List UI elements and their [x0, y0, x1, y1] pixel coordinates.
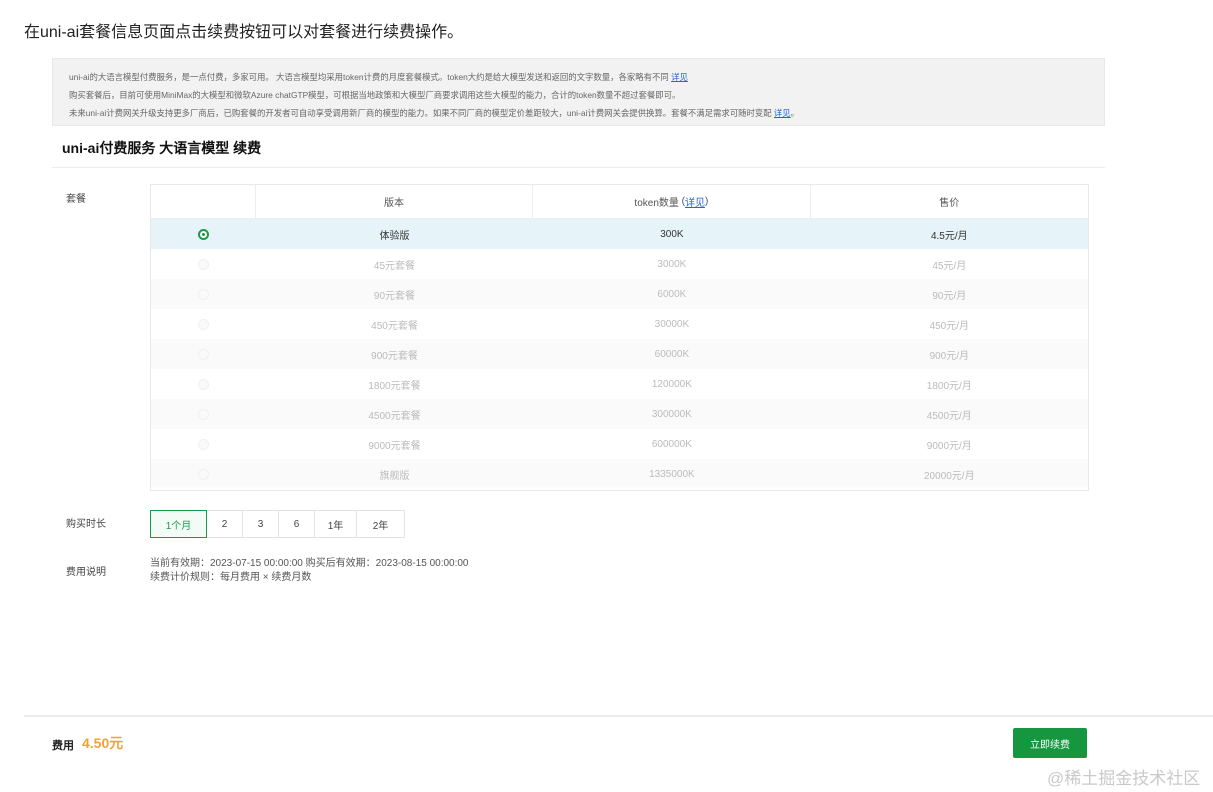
- radio-icon[interactable]: [197, 378, 209, 390]
- package-row[interactable]: 1800元套餐 120000K 1800元/月: [151, 369, 1088, 399]
- package-radio-cell[interactable]: [151, 378, 256, 390]
- footer-divider: [24, 715, 1213, 717]
- notice-box: uni-ai的大语言模型付费服务，是一点付费，多家可用。 大语言模型均采用tok…: [52, 58, 1105, 126]
- duration-selector: 1个月 2 3 6 1年 2年: [150, 510, 405, 538]
- table-header: 版本 token数量 (详见) 售价: [151, 185, 1088, 219]
- package-radio-cell[interactable]: [151, 438, 256, 450]
- duration-option[interactable]: 1个月: [150, 510, 207, 538]
- fee-desc-label: 费用说明: [66, 567, 106, 578]
- package-row[interactable]: 90元套餐 6000K 90元/月: [151, 279, 1088, 309]
- token-detail-link[interactable]: 详见: [685, 194, 705, 209]
- package-radio-cell[interactable]: [151, 228, 256, 240]
- table-fade: [151, 484, 1088, 490]
- package-token: 6000K: [657, 288, 687, 300]
- package-radio-cell[interactable]: [151, 288, 256, 300]
- package-price: 45元/月: [932, 260, 967, 272]
- package-radio-cell[interactable]: [151, 318, 256, 330]
- radio-icon[interactable]: [197, 318, 209, 330]
- package-token: 300K: [660, 228, 684, 240]
- duration-option[interactable]: 3: [243, 510, 279, 538]
- duration-option[interactable]: 1年: [315, 510, 357, 538]
- package-token: 120000K: [651, 378, 692, 390]
- notice-line-2: 购买套餐后，目前可使用MiniMax的大模型和微软Azure chatGTP模型…: [69, 90, 681, 100]
- package-version: 900元套餐: [371, 350, 418, 362]
- notice-line-3: 未来uni-ai计费网关升级支持更多厂商后，已购套餐的开发者可自动享受调用新厂商…: [69, 108, 800, 118]
- radio-icon[interactable]: [197, 288, 209, 300]
- package-row[interactable]: 4500元套餐 300000K 4500元/月: [151, 399, 1088, 429]
- package-token: 600000K: [651, 438, 692, 450]
- duration-option[interactable]: 6: [279, 510, 315, 538]
- renew-now-button[interactable]: 立即续费: [1013, 728, 1087, 758]
- package-token: 30000K: [654, 318, 690, 330]
- radio-icon[interactable]: [197, 258, 209, 270]
- package-price: 9000元/月: [926, 440, 972, 452]
- package-token: 3000K: [657, 258, 687, 270]
- package-version: 450元套餐: [371, 320, 418, 332]
- notice-detail-link-1[interactable]: 详见: [671, 72, 688, 82]
- header-radio-col: [151, 185, 256, 218]
- package-radio-cell[interactable]: [151, 408, 256, 420]
- validity-text: 当前有效期：2023-07-15 00:00:00 购买后有效期：2023-08…: [150, 558, 469, 569]
- fee-info: 当前有效期：2023-07-15 00:00:00 购买后有效期：2023-08…: [150, 557, 469, 585]
- package-price: 4500元/月: [926, 410, 972, 422]
- package-row[interactable]: 体验版 300K 4.5元/月: [151, 219, 1088, 249]
- radio-icon[interactable]: [197, 408, 209, 420]
- radio-icon[interactable]: [197, 348, 209, 360]
- duration-option[interactable]: 2: [207, 510, 243, 538]
- watermark: @稀土掘金技术社区: [1047, 769, 1201, 788]
- fee-label: 费用: [52, 740, 74, 752]
- intro-text: 在uni-ai套餐信息页面点击续费按钮可以对套餐进行续费操作。: [24, 24, 464, 41]
- package-version: 45元套餐: [373, 260, 416, 272]
- radio-icon[interactable]: [197, 228, 209, 240]
- pricing-rule-text: 续费计价规则：每月费用 × 续费月数: [150, 572, 312, 583]
- radio-icon[interactable]: [197, 438, 209, 450]
- package-row[interactable]: 9000元套餐 600000K 9000元/月: [151, 429, 1088, 459]
- package-price: 90元/月: [932, 290, 967, 302]
- package-price: 20000元/月: [924, 470, 975, 482]
- package-version: 4500元套餐: [368, 410, 421, 422]
- package-price: 1800元/月: [926, 380, 972, 392]
- table-body: 体验版 300K 4.5元/月 45元套餐 3000K 45元/月 90元套餐 6000K 90…: [151, 219, 1088, 489]
- package-table: 版本 token数量 (详见) 售价 体验版 300K 4.5元/月 45元套餐 300…: [150, 184, 1089, 491]
- package-radio-cell[interactable]: [151, 348, 256, 360]
- package-radio-cell[interactable]: [151, 258, 256, 270]
- package-version: 1800元套餐: [368, 380, 421, 392]
- package-version: 体验版: [379, 230, 410, 242]
- header-token: token数量 (详见): [533, 185, 811, 218]
- header-version: 版本: [256, 185, 534, 218]
- title-divider: [52, 167, 1105, 168]
- notice-detail-link-2[interactable]: 详见: [774, 108, 791, 118]
- package-version: 旗舰版: [379, 470, 410, 482]
- package-radio-cell[interactable]: [151, 468, 256, 480]
- page-title: uni-ai付费服务 大语言模型 续费: [62, 140, 262, 156]
- package-price: 900元/月: [929, 350, 970, 362]
- package-row[interactable]: 450元套餐 30000K 450元/月: [151, 309, 1088, 339]
- package-token: 1335000K: [649, 468, 695, 480]
- package-row[interactable]: 900元套餐 60000K 900元/月: [151, 339, 1088, 369]
- package-token: 60000K: [654, 348, 690, 360]
- package-version: 9000元套餐: [368, 440, 421, 452]
- notice-line-1: uni-ai的大语言模型付费服务，是一点付费，多家可用。 大语言模型均采用tok…: [69, 72, 688, 82]
- package-price: 4.5元/月: [930, 230, 968, 242]
- radio-icon[interactable]: [197, 468, 209, 480]
- header-price: 售价: [939, 198, 960, 209]
- duration-option[interactable]: 2年: [357, 510, 405, 538]
- package-row[interactable]: 45元套餐 3000K 45元/月: [151, 249, 1088, 279]
- fee-value: 4.50元: [82, 735, 124, 751]
- package-label: 套餐: [66, 194, 86, 205]
- package-version: 90元套餐: [373, 290, 416, 302]
- package-price: 450元/月: [929, 320, 970, 332]
- package-token: 300000K: [651, 408, 692, 420]
- duration-label: 购买时长: [66, 519, 106, 530]
